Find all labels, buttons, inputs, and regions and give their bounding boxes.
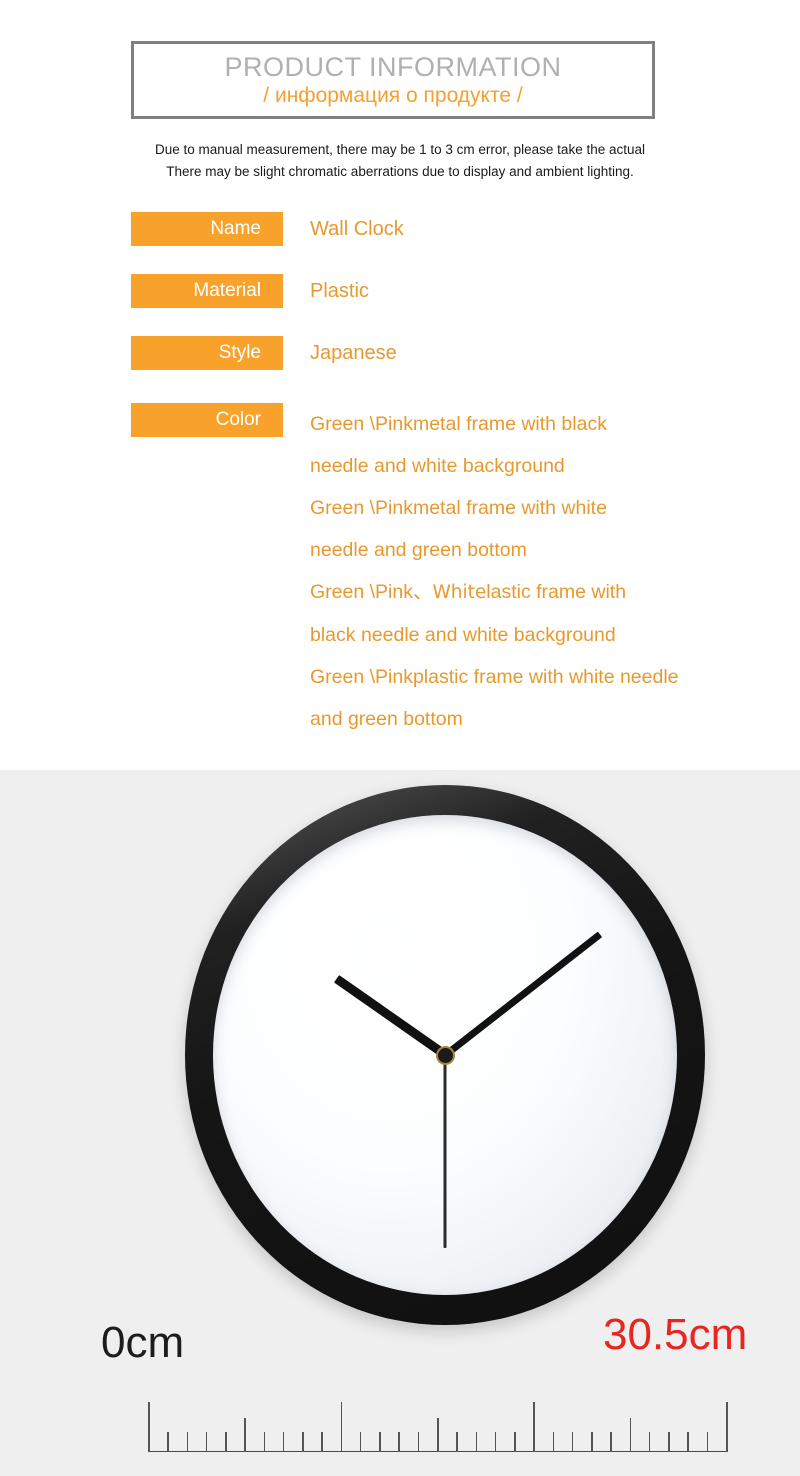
wall-clock-product-image — [185, 785, 705, 1325]
ruler-tick — [726, 1402, 728, 1452]
spec-row-color: Color Green \Pinkmetal frame with black … — [0, 403, 800, 740]
color-option-prefix: Green \Pink、 — [310, 581, 433, 603]
ruler-tick — [282, 1432, 285, 1452]
clock-hour-hand — [333, 975, 448, 1059]
ruler-tick — [514, 1432, 516, 1452]
spec-list: Name Wall Clock Material Plastic Style J… — [0, 212, 800, 740]
ruler-tick — [610, 1432, 612, 1452]
page-title-box: PRODUCT INFORMATION / информация о проду… — [131, 41, 655, 119]
ruler-tick — [205, 1432, 208, 1452]
color-option-line-4: needle and green bottom — [310, 539, 527, 561]
product-info-section: PRODUCT INFORMATION / информация о проду… — [0, 0, 800, 770]
color-option-suffix: lastic frame with — [486, 581, 627, 603]
spec-value-material: Plastic — [310, 280, 369, 302]
ruler-tick — [475, 1432, 478, 1452]
spec-label-style: Style — [131, 336, 283, 370]
spec-row-material: Material Plastic — [0, 274, 800, 308]
ruler-tick — [591, 1432, 593, 1452]
color-option-line-6: black needle and white background — [310, 624, 616, 646]
disclaimer-line-1: Due to manual measurement, there may be … — [154, 142, 645, 157]
ruler-tick — [552, 1432, 555, 1452]
ruler-tick — [263, 1432, 266, 1452]
spec-row-name: Name Wall Clock — [0, 212, 800, 246]
color-option-line-8: and green bottom — [310, 708, 463, 730]
measurement-ruler — [148, 1400, 728, 1452]
color-option-line-5: Green \Pink、Whitelastic frame with — [310, 571, 800, 614]
product-information-page: PRODUCT INFORMATION / информация о проду… — [0, 0, 800, 1476]
ruler-tick — [244, 1418, 246, 1452]
ruler-tick — [417, 1432, 420, 1452]
ruler-tick — [302, 1432, 304, 1452]
spec-label-color: Color — [131, 403, 283, 437]
clock-minute-hand — [442, 931, 602, 1058]
ruler-tick — [571, 1432, 574, 1452]
measurement-end-label: 30.5cm — [603, 1310, 748, 1359]
clock-center-cap — [437, 1047, 453, 1063]
disclaimer-line-2: There may be slight chromatic aberration… — [166, 164, 634, 179]
spec-label-material: Material — [131, 274, 283, 308]
ruler-tick — [321, 1432, 323, 1452]
spec-value-color: Green \Pinkmetal frame with black needle… — [310, 403, 800, 740]
ruler-tick — [648, 1432, 651, 1452]
disclaimer: Due to manual measurement, there may be … — [0, 139, 800, 183]
spec-row-style: Style Japanese — [0, 336, 800, 370]
product-photo-section — [0, 770, 800, 1476]
ruler-tick — [167, 1432, 169, 1452]
ruler-tick — [437, 1418, 439, 1452]
ruler-tick — [706, 1432, 709, 1452]
ruler-tick — [379, 1432, 381, 1452]
ruler-tick — [225, 1432, 227, 1452]
ruler-tick — [629, 1418, 632, 1452]
color-option-line-7: Green \Pinkplastic frame with white need… — [310, 666, 679, 688]
page-title-en: PRODUCT INFORMATION — [224, 51, 562, 82]
ruler-tick — [398, 1432, 400, 1452]
ruler-tick — [359, 1432, 362, 1452]
ruler-tick — [456, 1432, 458, 1452]
ruler-tick — [148, 1402, 150, 1452]
color-option-line-3: Green \Pinkmetal frame with white — [310, 497, 607, 519]
ruler-tick — [186, 1432, 189, 1452]
spec-label-name: Name — [131, 212, 283, 246]
spec-value-name: Wall Clock — [310, 218, 404, 240]
color-option-line-2: needle and white background — [310, 455, 565, 477]
ruler-tick — [668, 1432, 670, 1452]
color-option-line-1: Green \Pinkmetal frame with black — [310, 413, 607, 435]
color-option-white-emphasis: White — [432, 582, 487, 603]
clock-second-hand — [443, 1055, 447, 1248]
ruler-tick — [494, 1432, 497, 1452]
spec-value-style: Japanese — [310, 342, 397, 364]
clock-face — [213, 815, 677, 1295]
measurement-start-label: 0cm — [101, 1318, 185, 1367]
page-title-ru: / информация о продукте / — [263, 83, 523, 107]
ruler-tick — [340, 1402, 343, 1452]
ruler-tick — [687, 1432, 689, 1452]
ruler-tick — [533, 1402, 535, 1452]
